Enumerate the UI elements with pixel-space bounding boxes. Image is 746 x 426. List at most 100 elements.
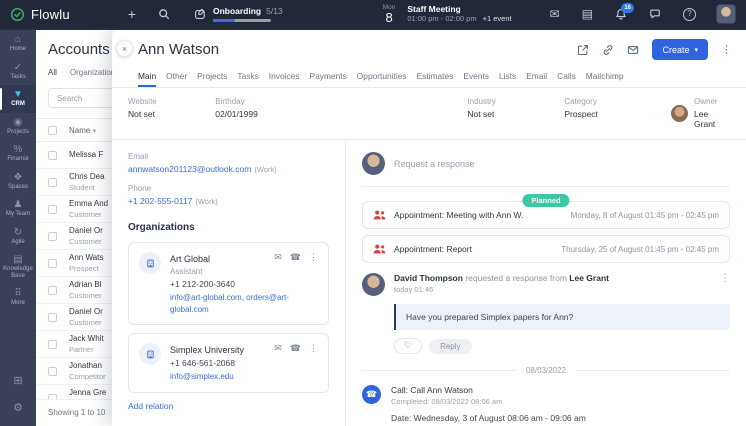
org-more-icon[interactable]: ⋮ bbox=[309, 343, 318, 354]
reply-button[interactable]: Reply bbox=[429, 339, 471, 354]
sidebar-item[interactable]: ♟ My Team bbox=[0, 195, 36, 223]
sidebar-item[interactable]: ⠿ More bbox=[0, 284, 36, 312]
planned-badge: Planned bbox=[522, 194, 569, 207]
sort-caret-icon: ▾ bbox=[93, 128, 97, 135]
sidebar-item[interactable]: ▤ Knowledge Base bbox=[0, 250, 36, 284]
record-tab[interactable]: Lists bbox=[499, 67, 516, 87]
sidebar-item[interactable]: ❖ Spaces bbox=[0, 168, 36, 196]
help-icon[interactable]: ? bbox=[683, 8, 696, 21]
call-log-item[interactable]: ☎ Call: Call Ann Watson Completed: 08/03… bbox=[362, 385, 730, 406]
apps-icon[interactable]: ⊞ bbox=[13, 374, 22, 387]
appointment-card[interactable]: Appointment: Report Thursday, 25 of Augu… bbox=[362, 235, 730, 263]
record-tab[interactable]: Payments bbox=[310, 67, 347, 87]
call-icon: ☎ bbox=[362, 385, 381, 404]
add-relation-link[interactable]: Add relation bbox=[128, 401, 329, 411]
like-button[interactable]: ♡ bbox=[394, 338, 422, 354]
onboarding-progress-fill bbox=[213, 19, 235, 22]
sidebar-item[interactable]: ✓ Tasks bbox=[0, 58, 36, 86]
extra-events[interactable]: +1 event bbox=[483, 14, 512, 23]
accounts-tab[interactable]: All bbox=[48, 68, 57, 77]
phone-link[interactable]: +1 202-555-0117 bbox=[128, 196, 192, 206]
more-actions-icon[interactable]: ⋮ bbox=[721, 43, 732, 56]
close-record-button[interactable]: × bbox=[116, 40, 133, 57]
add-icon[interactable]: + bbox=[128, 7, 136, 21]
field-category: Category Prospect bbox=[564, 97, 671, 119]
record-tab[interactable]: Opportunities bbox=[357, 67, 407, 87]
calendar-date[interactable]: Mon 8 bbox=[383, 4, 396, 25]
response-composer[interactable]: Request a response bbox=[362, 152, 730, 187]
activity-column: Request a response Planned Appointment: … bbox=[345, 140, 746, 426]
row-checkbox[interactable] bbox=[48, 259, 57, 268]
row-checkbox[interactable] bbox=[48, 313, 57, 322]
attendees-icon bbox=[373, 210, 386, 220]
row-checkbox[interactable] bbox=[48, 205, 57, 214]
row-checkbox[interactable] bbox=[48, 340, 57, 349]
record-tab[interactable]: Events bbox=[463, 67, 489, 87]
field-website: Website Not set bbox=[128, 97, 215, 119]
request-more-icon[interactable]: ⋮ bbox=[720, 273, 730, 296]
record-tab[interactable]: Calls bbox=[557, 67, 576, 87]
settings-gear-icon[interactable]: ⚙ bbox=[13, 401, 23, 414]
email-org-icon[interactable]: ✉ bbox=[274, 252, 282, 263]
phone-field: Phone +1 202-555-0117(Work) bbox=[128, 184, 329, 206]
row-checkbox[interactable] bbox=[48, 286, 57, 295]
onboarding-widget[interactable]: Onboarding 5/13 bbox=[194, 6, 283, 22]
topbar: Flowlu + Onboarding 5/13 Mon 8 bbox=[0, 0, 746, 30]
org-more-icon[interactable]: ⋮ bbox=[309, 252, 318, 263]
open-external-icon[interactable] bbox=[577, 44, 589, 56]
sidebar-item[interactable]: ◉ Projects bbox=[0, 113, 36, 141]
row-checkbox[interactable] bbox=[48, 178, 57, 187]
copy-link-icon[interactable] bbox=[602, 44, 614, 56]
record-tab[interactable]: Mailchimp bbox=[586, 67, 624, 87]
row-checkbox[interactable] bbox=[48, 367, 57, 376]
record-tab[interactable]: Projects bbox=[197, 67, 227, 87]
sidebar-item[interactable]: ▼ CRM bbox=[0, 85, 36, 113]
send-email-icon[interactable] bbox=[627, 44, 639, 56]
sidebar-item[interactable]: ↻ Agile bbox=[0, 223, 36, 251]
chat-icon[interactable] bbox=[649, 8, 661, 20]
response-request-item: David Thompson requested a response from… bbox=[362, 273, 730, 296]
sidebar-item[interactable]: % Finance bbox=[0, 140, 36, 168]
name-column-header[interactable]: Name ▾ bbox=[69, 126, 96, 135]
request-target[interactable]: Lee Grant bbox=[569, 273, 609, 283]
notes-icon[interactable]: ▤ bbox=[582, 8, 593, 20]
onboarding-icon bbox=[194, 8, 206, 20]
heart-icon: ♡ bbox=[404, 340, 412, 350]
organization-card[interactable]: Simplex University ✉ ☎ ⋮ +1 646-561-2068… bbox=[128, 333, 329, 393]
record-tab[interactable]: Other bbox=[166, 67, 187, 87]
request-author[interactable]: David Thompson bbox=[394, 273, 463, 283]
email-org-icon[interactable]: ✉ bbox=[274, 343, 282, 354]
call-org-icon[interactable]: ☎ bbox=[290, 252, 301, 263]
mail-icon[interactable]: ✉ bbox=[550, 8, 560, 20]
user-avatar[interactable] bbox=[716, 4, 736, 24]
select-all-checkbox[interactable] bbox=[48, 126, 57, 135]
field-industry: Industry Not set bbox=[467, 97, 564, 119]
record-tab[interactable]: Estimates bbox=[417, 67, 454, 87]
notification-count-badge: 16 bbox=[621, 3, 634, 13]
calendar-event[interactable]: Staff Meeting 01:00 pm - 02:00 pm+1 even… bbox=[407, 4, 511, 24]
planned-section: Planned Appointment: Meeting with Ann W.… bbox=[362, 201, 730, 263]
sidebar-item[interactable]: ⌂ Home bbox=[0, 30, 36, 58]
record-tab[interactable]: Email bbox=[526, 67, 547, 87]
appointment-cards: Appointment: Meeting with Ann W. Monday,… bbox=[362, 201, 730, 263]
attendees-icon bbox=[373, 244, 386, 254]
notifications-bell-icon[interactable]: 16 bbox=[615, 8, 627, 20]
search-icon[interactable] bbox=[158, 8, 170, 20]
row-checkbox[interactable] bbox=[48, 232, 57, 241]
contact-info-column: Email annwatson201123@outlook.com(Work) … bbox=[112, 140, 345, 426]
chevron-down-icon: ▾ bbox=[694, 46, 698, 54]
author-avatar bbox=[362, 273, 385, 296]
row-checkbox[interactable] bbox=[48, 151, 57, 160]
create-button[interactable]: Create ▾ bbox=[652, 39, 708, 60]
owner-avatar bbox=[671, 105, 688, 122]
record-tab[interactable]: Main bbox=[138, 67, 156, 87]
building-icon bbox=[139, 343, 161, 365]
record-tab[interactable]: Invoices bbox=[269, 67, 300, 87]
brand[interactable]: Flowlu bbox=[10, 7, 70, 22]
call-org-icon[interactable]: ☎ bbox=[290, 343, 301, 354]
field-owner[interactable]: Owner Lee Grant bbox=[671, 97, 730, 129]
email-link[interactable]: annwatson201123@outlook.com bbox=[128, 164, 251, 174]
organization-card[interactable]: Art Global ✉ ☎ ⋮ Assistant +1 212-200-36… bbox=[128, 242, 329, 325]
record-tab[interactable]: Tasks bbox=[237, 67, 258, 87]
flowlu-logo-icon bbox=[10, 7, 25, 22]
